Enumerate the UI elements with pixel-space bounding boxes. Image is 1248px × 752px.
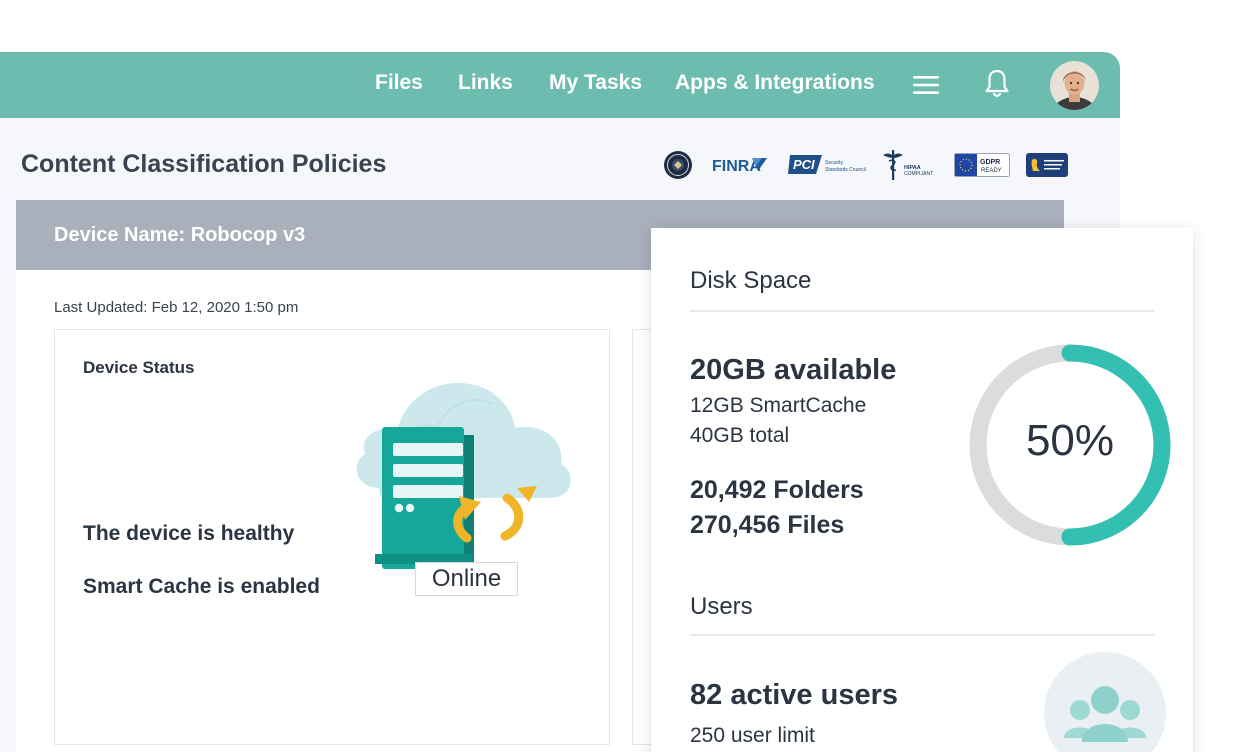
smart-cache-text: Smart Cache is enabled: [83, 575, 320, 598]
disk-available: 20GB available: [690, 354, 897, 386]
svg-text:GDPR: GDPR: [980, 159, 1000, 166]
active-users: 82 active users: [690, 679, 898, 711]
device-health-text: The device is healthy: [83, 522, 295, 545]
disk-space-title: Disk Space: [690, 267, 812, 294]
svg-text:COMPLIANT: COMPLIANT: [904, 171, 933, 177]
hipaa-logo: HIPAA COMPLIANT: [883, 150, 933, 180]
svg-text:READY: READY: [981, 168, 1002, 174]
disk-total: 40GB total: [690, 424, 790, 447]
disk-smartcache: 12GB SmartCache: [690, 394, 867, 417]
user-limit: 250 user limit: [690, 724, 815, 747]
pci-logo: PCI Security Standards Council: [788, 155, 866, 174]
nav-links[interactable]: Links: [458, 71, 513, 95]
nav-files[interactable]: Files: [375, 71, 423, 95]
device-name: Device Name: Robocop v3: [54, 224, 306, 246]
gdpr-logo: GDPR READY: [954, 153, 1010, 177]
hamburger-menu-icon[interactable]: [912, 74, 940, 96]
page-title: Content Classification Policies: [21, 150, 387, 178]
disk-usage-percent: 50%: [1025, 416, 1115, 465]
finra-logo: FINRA: [712, 158, 767, 175]
user-avatar[interactable]: [1050, 61, 1099, 110]
file-count: 270,456 Files: [690, 511, 845, 539]
last-updated-text: Last Updated: Feb 12, 2020 1:50 pm: [54, 299, 299, 316]
nav-my-tasks[interactable]: My Tasks: [549, 71, 642, 95]
notification-bell-icon[interactable]: [983, 68, 1011, 100]
storage-stats-card: Disk Space 20GB available 12GB SmartCach…: [651, 228, 1193, 752]
folder-count: 20,492 Folders: [690, 476, 864, 504]
svg-text:Security: Security: [825, 160, 844, 166]
online-status-label: Online: [415, 562, 518, 596]
svg-text:PCI: PCI: [793, 157, 815, 172]
nav-apps-integrations[interactable]: Apps & Integrations: [675, 71, 875, 95]
svg-text:Standards Council: Standards Council: [825, 167, 866, 173]
top-navigation-bar: Files Links My Tasks Apps & Integrations: [0, 52, 1120, 118]
compliance-logos: FINRA PCI Security Standards Council HIP…: [660, 148, 1070, 182]
users-group-icon: [1044, 652, 1166, 752]
users-divider: [690, 634, 1155, 636]
ccpa-logo: [1026, 153, 1068, 177]
device-status-title: Device Status: [83, 358, 195, 377]
government-seal-logo: [664, 151, 692, 179]
users-title: Users: [690, 593, 753, 620]
device-status-panel: Device Status The device is healthy Smar…: [54, 329, 610, 745]
disk-space-divider: [690, 310, 1155, 312]
